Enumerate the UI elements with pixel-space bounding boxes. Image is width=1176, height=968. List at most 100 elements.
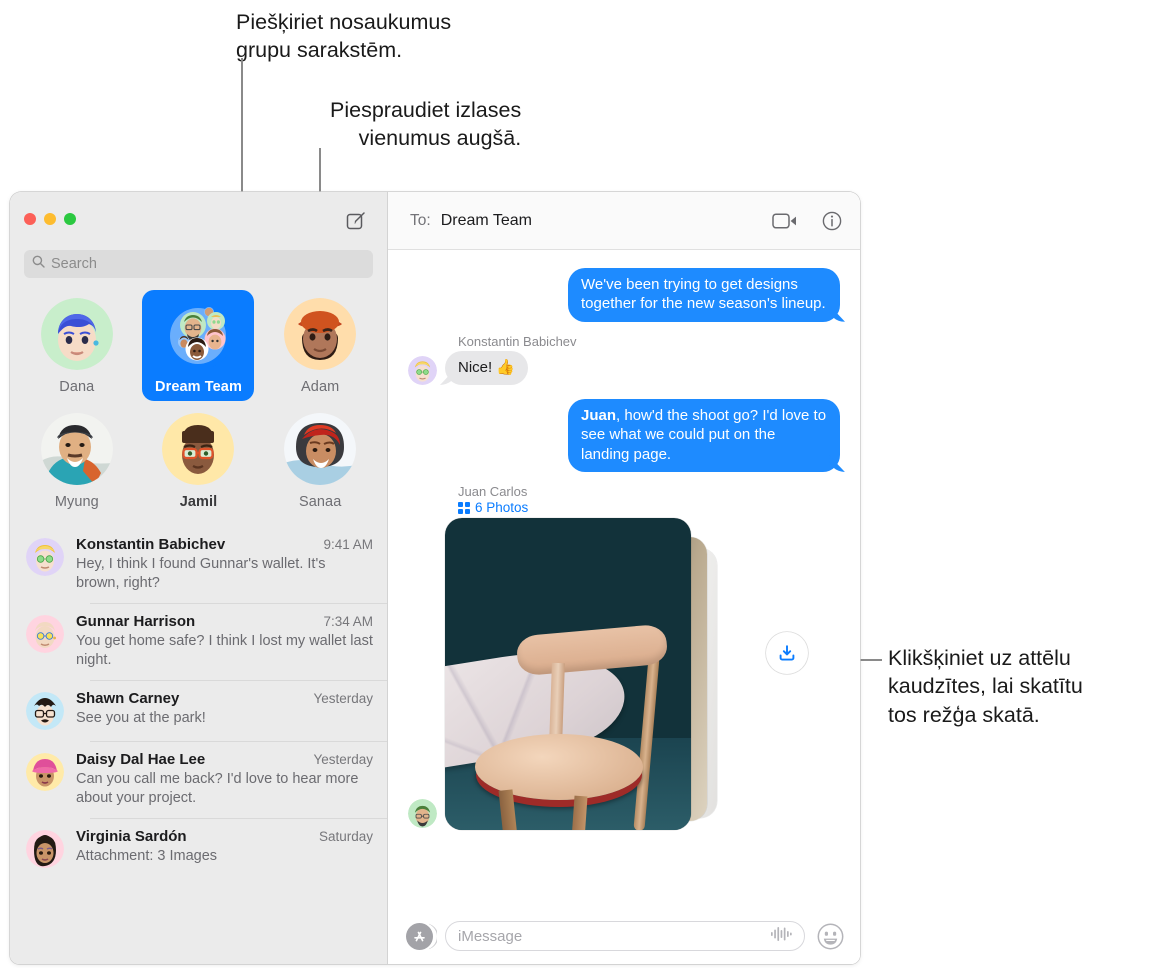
pinned-label-myung: Myung (54, 494, 99, 510)
conversation-header: To: Dream Team (388, 192, 860, 250)
pinned-label-sanaa: Sanaa (298, 494, 342, 510)
window-controls (24, 213, 76, 225)
avatar-jamil (162, 413, 235, 485)
recipient-label: To: (410, 211, 431, 229)
conversation-time: 7:34 AM (323, 614, 373, 630)
search-icon (32, 255, 45, 273)
conversation-preview: Hey, I think I found Gunnar's wallet. It… (76, 556, 326, 591)
pinned-item-adam[interactable]: Adam (264, 290, 376, 401)
conversation-body: Shawn Carney Yesterday See you at the pa… (76, 690, 373, 730)
search-placeholder: Search (51, 256, 97, 272)
conversation-name: Shawn Carney (76, 690, 180, 708)
conversation-time: 9:41 AM (323, 537, 373, 552)
conversation-row-shawn-carney[interactable]: Shawn Carney Yesterday See you at the pa… (10, 680, 387, 741)
imessage-placeholder: iMessage (458, 927, 523, 945)
pinned-item-sanaa[interactable]: Sanaa (264, 405, 376, 516)
conversation-list: Konstantin Babichev 9:41 AM Hey, I think… (10, 526, 387, 879)
search-container: Search (10, 250, 387, 278)
sidebar-titlebar (10, 192, 387, 250)
conversation-preview: Attachment: 3 Images (76, 848, 218, 865)
conversation-time: Yesterday (313, 752, 373, 768)
conversation-preview: See you at the park! (76, 710, 206, 727)
photo-stack-row (408, 518, 840, 831)
photo-count-link[interactable]: 6 Photos (458, 500, 840, 515)
conversation-body: Gunnar Harrison 7:34 AM You get home saf… (76, 613, 373, 669)
photo-stack[interactable] (445, 518, 717, 831)
conversation-row-konstantin-babichev[interactable]: Konstantin Babichev 9:41 AM Hey, I think… (10, 526, 387, 603)
message-row-incoming: Nice! 👍 (408, 350, 840, 386)
conversation-time: Yesterday (313, 691, 373, 707)
message-sender-name: Konstantin Babichev (458, 333, 577, 349)
photo-thumbnail-chair-table (445, 518, 691, 831)
avatar-konstantin-babichev-thread (408, 356, 437, 386)
message-bubble-incoming[interactable]: Nice! 👍 (445, 350, 529, 386)
pinned-item-jamil[interactable]: Jamil (142, 405, 254, 516)
message-group-photo-stack: Juan Carlos 6 Photos (408, 484, 840, 831)
search-input[interactable]: Search (24, 250, 373, 278)
conversation-name: Daisy Dal Hae Lee (76, 751, 206, 769)
photo-stack-layer-1 (445, 518, 691, 831)
conversation-preview: Can you call me back? I'd love to hear m… (76, 771, 359, 806)
pinned-label-dream-team: Dream Team (155, 379, 242, 395)
imessage-input[interactable]: iMessage (445, 921, 805, 951)
callout-name-group-conversations: Piešķiriet nosaukumus grupu sarakstēm. (236, 10, 452, 63)
avatar-sanaa (284, 413, 357, 485)
avatar-gunnar-harrison (26, 615, 64, 654)
conversation-body: Virginia Sardón Saturday Attachment: 3 I… (76, 828, 373, 868)
avatar-daisy-dal-hae-lee (26, 753, 64, 792)
callout-click-photo-stack: Klikšķiniet uz attēlu kaudzītes, lai ska… (888, 646, 1083, 727)
conversation-row-virginia-sardon[interactable]: Virginia Sardón Saturday Attachment: 3 I… (10, 818, 387, 879)
conversation-name: Konstantin Babichev (76, 536, 226, 553)
callout-pin-favorites: Piespraudiet izlases vienumus augšā. (330, 98, 522, 151)
avatar-dream-team-group (162, 298, 235, 370)
sidebar: Search Dana Dream Team Adam Myung Jamil … (10, 192, 388, 964)
app-store-icon[interactable] (406, 922, 433, 950)
avatar-shawn-carney (26, 692, 64, 731)
photo-grid-icon (458, 501, 470, 514)
message-mention: Juan (581, 407, 617, 425)
conversation-row-daisy-dal-hae-lee[interactable]: Daisy Dal Hae Lee Yesterday Can you call… (10, 741, 387, 818)
avatar-adam (284, 298, 357, 370)
close-button[interactable] (24, 213, 36, 225)
info-icon[interactable] (822, 211, 842, 231)
messages-window: Search Dana Dream Team Adam Myung Jamil … (10, 192, 860, 964)
conversation-body: Konstantin Babichev 9:41 AM Hey, I think… (76, 536, 373, 592)
message-row-outgoing: We've been trying to get designs togethe… (408, 268, 840, 322)
compose-icon[interactable] (345, 210, 367, 232)
message-group-incoming: Konstantin Babichev Nice! 👍 (408, 333, 840, 386)
minimize-button[interactable] (44, 213, 56, 225)
pinned-label-jamil: Jamil (179, 494, 218, 510)
avatar-myung (40, 413, 113, 485)
conversation-name: Virginia Sardón (76, 828, 187, 846)
emoji-smiley-icon[interactable] (817, 923, 844, 950)
message-input-bar: iMessage (388, 908, 860, 964)
message-bubble-outgoing-mention[interactable]: Juan, how'd the shoot go? I'd love to se… (568, 399, 840, 473)
avatar-konstantin-babichev (26, 538, 64, 576)
avatar-dana (40, 298, 113, 370)
photo-stack-sender: Juan Carlos (458, 484, 528, 500)
conversation-time: Saturday (318, 829, 373, 845)
avatar-juan-carlos-thread (408, 799, 437, 829)
pinned-item-dream-team[interactable]: Dream Team (142, 290, 255, 401)
photo-count-label: 6 Photos (475, 500, 529, 516)
pinned-item-dana[interactable]: Dana (21, 290, 133, 401)
recipient-value[interactable]: Dream Team (441, 212, 532, 230)
conversation-name: Gunnar Harrison (76, 613, 196, 631)
download-button[interactable] (766, 632, 808, 675)
conversation-pane: To: Dream Team We've been trying to get … (388, 192, 860, 964)
facetime-video-icon[interactable] (772, 212, 798, 230)
pinned-item-myung[interactable]: Myung (21, 405, 133, 516)
maximize-button[interactable] (64, 213, 76, 225)
pinned-label-adam: Adam (301, 379, 340, 395)
pinned-label-dana: Dana (59, 379, 95, 395)
conversation-body: Daisy Dal Hae Lee Yesterday Can you call… (76, 751, 373, 807)
message-text: , how'd the shoot go? I'd love to see wh… (581, 407, 827, 463)
conversation-row-gunnar-harrison[interactable]: Gunnar Harrison 7:34 AM You get home saf… (10, 603, 387, 680)
message-thread: We've been trying to get designs togethe… (388, 250, 860, 908)
audio-waveform-icon[interactable] (770, 926, 792, 947)
message-bubble-outgoing[interactable]: We've been trying to get designs togethe… (568, 268, 840, 322)
pinned-conversations: Dana Dream Team Adam Myung Jamil Sanaa (10, 290, 387, 516)
avatar-virginia-sardon (26, 830, 64, 869)
message-row-outgoing-mention: Juan, how'd the shoot go? I'd love to se… (408, 399, 840, 473)
photo-stack-meta: Juan Carlos 6 Photos (458, 484, 840, 515)
